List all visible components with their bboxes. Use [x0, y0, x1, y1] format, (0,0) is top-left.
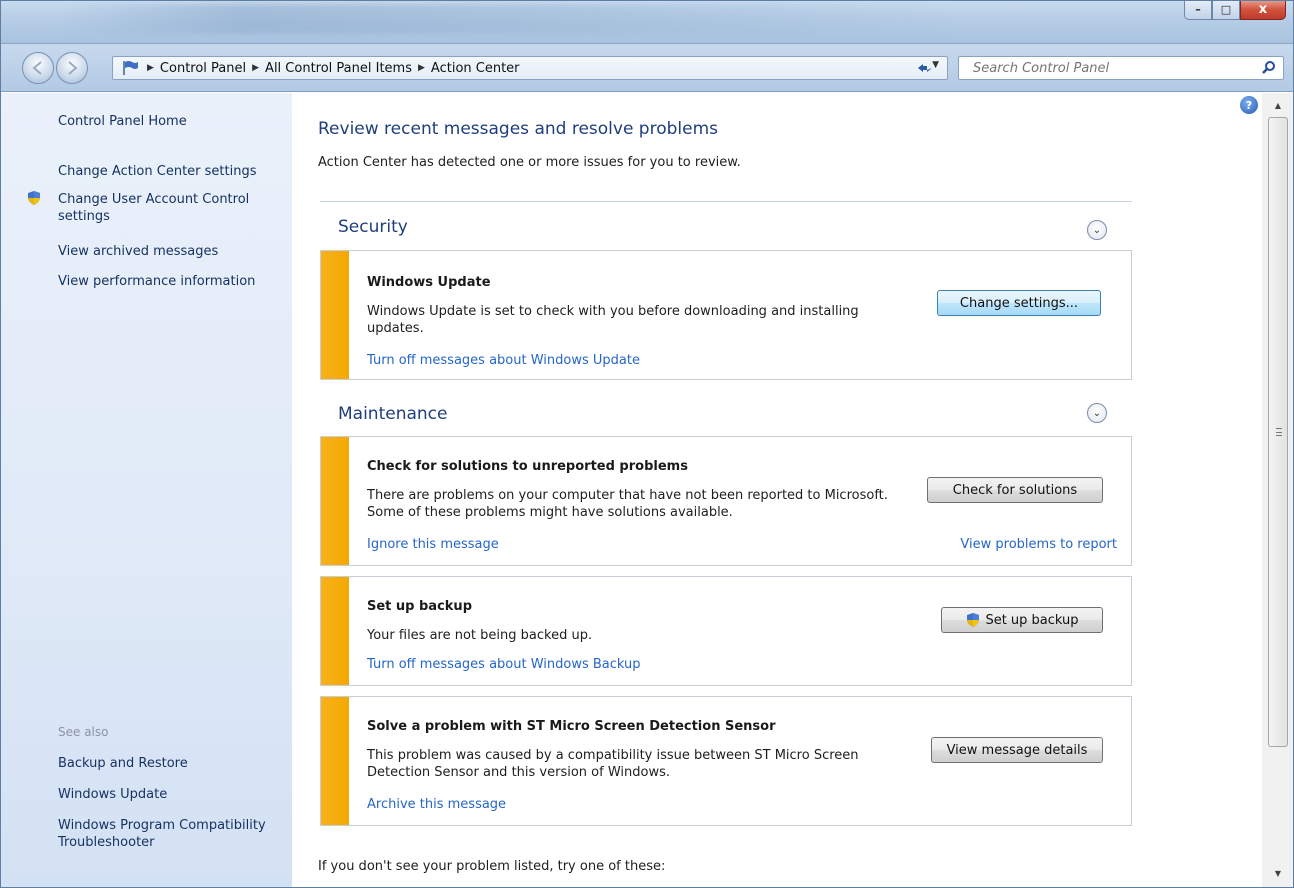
uac-shield-icon — [26, 190, 42, 206]
setup-backup-card: Set up backup Your files are not being b… — [320, 576, 1132, 686]
action-center-flag-icon — [119, 59, 141, 77]
button-label: Set up backup — [985, 612, 1079, 628]
maximize-icon: □ — [1220, 3, 1232, 16]
ignore-message-link[interactable]: Ignore this message — [367, 537, 499, 552]
uac-shield-icon — [967, 613, 980, 627]
vertical-scrollbar[interactable]: ▲ ▼ — [1262, 93, 1294, 888]
change-uac-settings-link[interactable]: Change User Account Control settings — [58, 191, 278, 225]
card-title: Solve a problem with ST Micro Screen Det… — [367, 719, 776, 734]
control-panel-home-link[interactable]: Control Panel Home — [58, 113, 187, 130]
view-archived-messages-link[interactable]: View archived messages — [58, 243, 218, 260]
view-problems-to-report-link[interactable]: View problems to report — [960, 537, 1117, 552]
windows-update-card: Windows Update Windows Update is set to … — [320, 250, 1132, 380]
windows-update-link[interactable]: Windows Update — [58, 786, 167, 803]
address-bar[interactable]: ▶ Control Panel ▶ All Control Panel Items … — [112, 56, 948, 80]
window-controls: – □ x — [1184, 0, 1286, 20]
security-section-heading[interactable]: Security — [338, 217, 408, 237]
view-performance-info-link[interactable]: View performance information — [58, 273, 255, 290]
breadcrumb-label: Control Panel — [159, 60, 247, 76]
set-up-backup-button[interactable]: Set up backup — [941, 607, 1103, 633]
chevron-down-icon: ⌄ — [1092, 407, 1102, 419]
help-icon[interactable]: ? — [1240, 96, 1258, 114]
breadcrumb-arrow-icon: ▶ — [147, 63, 154, 73]
refresh-button[interactable] — [912, 58, 938, 78]
back-button[interactable] — [22, 52, 54, 84]
scrollbar-thumb[interactable] — [1268, 117, 1288, 747]
close-icon: x — [1258, 2, 1268, 17]
turn-off-backup-messages-link[interactable]: Turn off messages about Windows Backup — [367, 657, 641, 672]
footer-text: If you don't see your problem listed, tr… — [318, 859, 666, 874]
breadcrumb-control-panel[interactable]: ▶ Control Panel — [147, 61, 246, 76]
main-content: Review recent messages and resolve probl… — [292, 93, 1262, 888]
turn-off-update-messages-link[interactable]: Turn off messages about Windows Update — [367, 353, 640, 368]
title-bar-blur — [60, 4, 960, 34]
warning-accent-bar — [321, 577, 349, 685]
card-body: This problem was caused by a compatibili… — [367, 748, 859, 780]
view-message-details-button[interactable]: View message details — [931, 737, 1103, 763]
breadcrumb-arrow-icon: ▶ — [418, 63, 425, 73]
left-navigation-pane: Control Panel Home Change Action Center … — [0, 93, 292, 888]
close-button[interactable]: x — [1240, 0, 1286, 20]
maintenance-section-heading[interactable]: Maintenance — [338, 404, 447, 424]
compatibility-troubleshooter-link[interactable]: Windows Program Compatibility Troublesho… — [58, 817, 283, 851]
security-collapse-button[interactable]: ⌄ — [1087, 220, 1107, 240]
archive-message-link[interactable]: Archive this message — [367, 797, 506, 812]
breadcrumb-action-center[interactable]: ▶ Action Center — [418, 61, 520, 76]
back-arrow-icon — [32, 61, 42, 75]
forward-button[interactable] — [56, 52, 88, 84]
scroll-down-icon[interactable]: ▼ — [1270, 865, 1286, 881]
title-separator — [320, 201, 1132, 202]
grip-icon — [1276, 428, 1282, 436]
search-input[interactable] — [959, 60, 1249, 76]
change-settings-button[interactable]: Change settings... — [937, 290, 1101, 316]
scroll-up-icon[interactable]: ▲ — [1270, 97, 1286, 113]
minimize-icon: – — [1195, 3, 1201, 16]
title-bar: – □ x — [0, 0, 1294, 44]
change-action-center-settings-link[interactable]: Change Action Center settings — [58, 163, 256, 180]
see-also-label: See also — [58, 725, 109, 739]
card-title: Check for solutions to unreported proble… — [367, 459, 688, 474]
forward-arrow-icon — [68, 61, 78, 75]
page-title: Review recent messages and resolve probl… — [318, 119, 719, 139]
button-label: Check for solutions — [952, 482, 1078, 498]
card-body: Windows Update is set to check with you … — [367, 304, 859, 336]
card-title: Set up backup — [367, 599, 472, 614]
card-body: There are problems on your computer that… — [367, 488, 888, 520]
maintenance-collapse-button[interactable]: ⌄ — [1087, 403, 1107, 423]
card-body: Your files are not being backed up. — [367, 628, 593, 643]
breadcrumb-arrow-icon: ▶ — [252, 63, 260, 73]
search-box[interactable] — [958, 56, 1284, 80]
check-for-solutions-button[interactable]: Check for solutions — [927, 477, 1103, 503]
check-solutions-card: Check for solutions to unreported proble… — [320, 436, 1132, 566]
warning-accent-bar — [321, 697, 349, 825]
minimize-button[interactable]: – — [1184, 0, 1212, 20]
breadcrumb-all-items[interactable]: ▶ All Control Panel Items — [252, 61, 412, 76]
card-title: Windows Update — [367, 275, 491, 290]
page-subtitle: Action Center has detected one or more i… — [318, 155, 741, 170]
breadcrumb-label: Action Center — [430, 60, 520, 76]
button-label: Change settings... — [959, 295, 1079, 311]
refresh-icon — [918, 64, 932, 72]
warning-accent-bar — [321, 437, 349, 565]
backup-and-restore-link[interactable]: Backup and Restore — [58, 755, 188, 772]
maximize-button[interactable]: □ — [1212, 0, 1240, 20]
search-icon[interactable] — [1261, 60, 1277, 80]
navigation-bar: ▶ Control Panel ▶ All Control Panel Items … — [0, 44, 1294, 92]
st-micro-problem-card: Solve a problem with ST Micro Screen Det… — [320, 696, 1132, 826]
warning-accent-bar — [321, 251, 349, 379]
breadcrumb-label: All Control Panel Items — [265, 60, 412, 76]
chevron-down-icon: ⌄ — [1092, 224, 1102, 236]
button-label: View message details — [946, 742, 1088, 758]
